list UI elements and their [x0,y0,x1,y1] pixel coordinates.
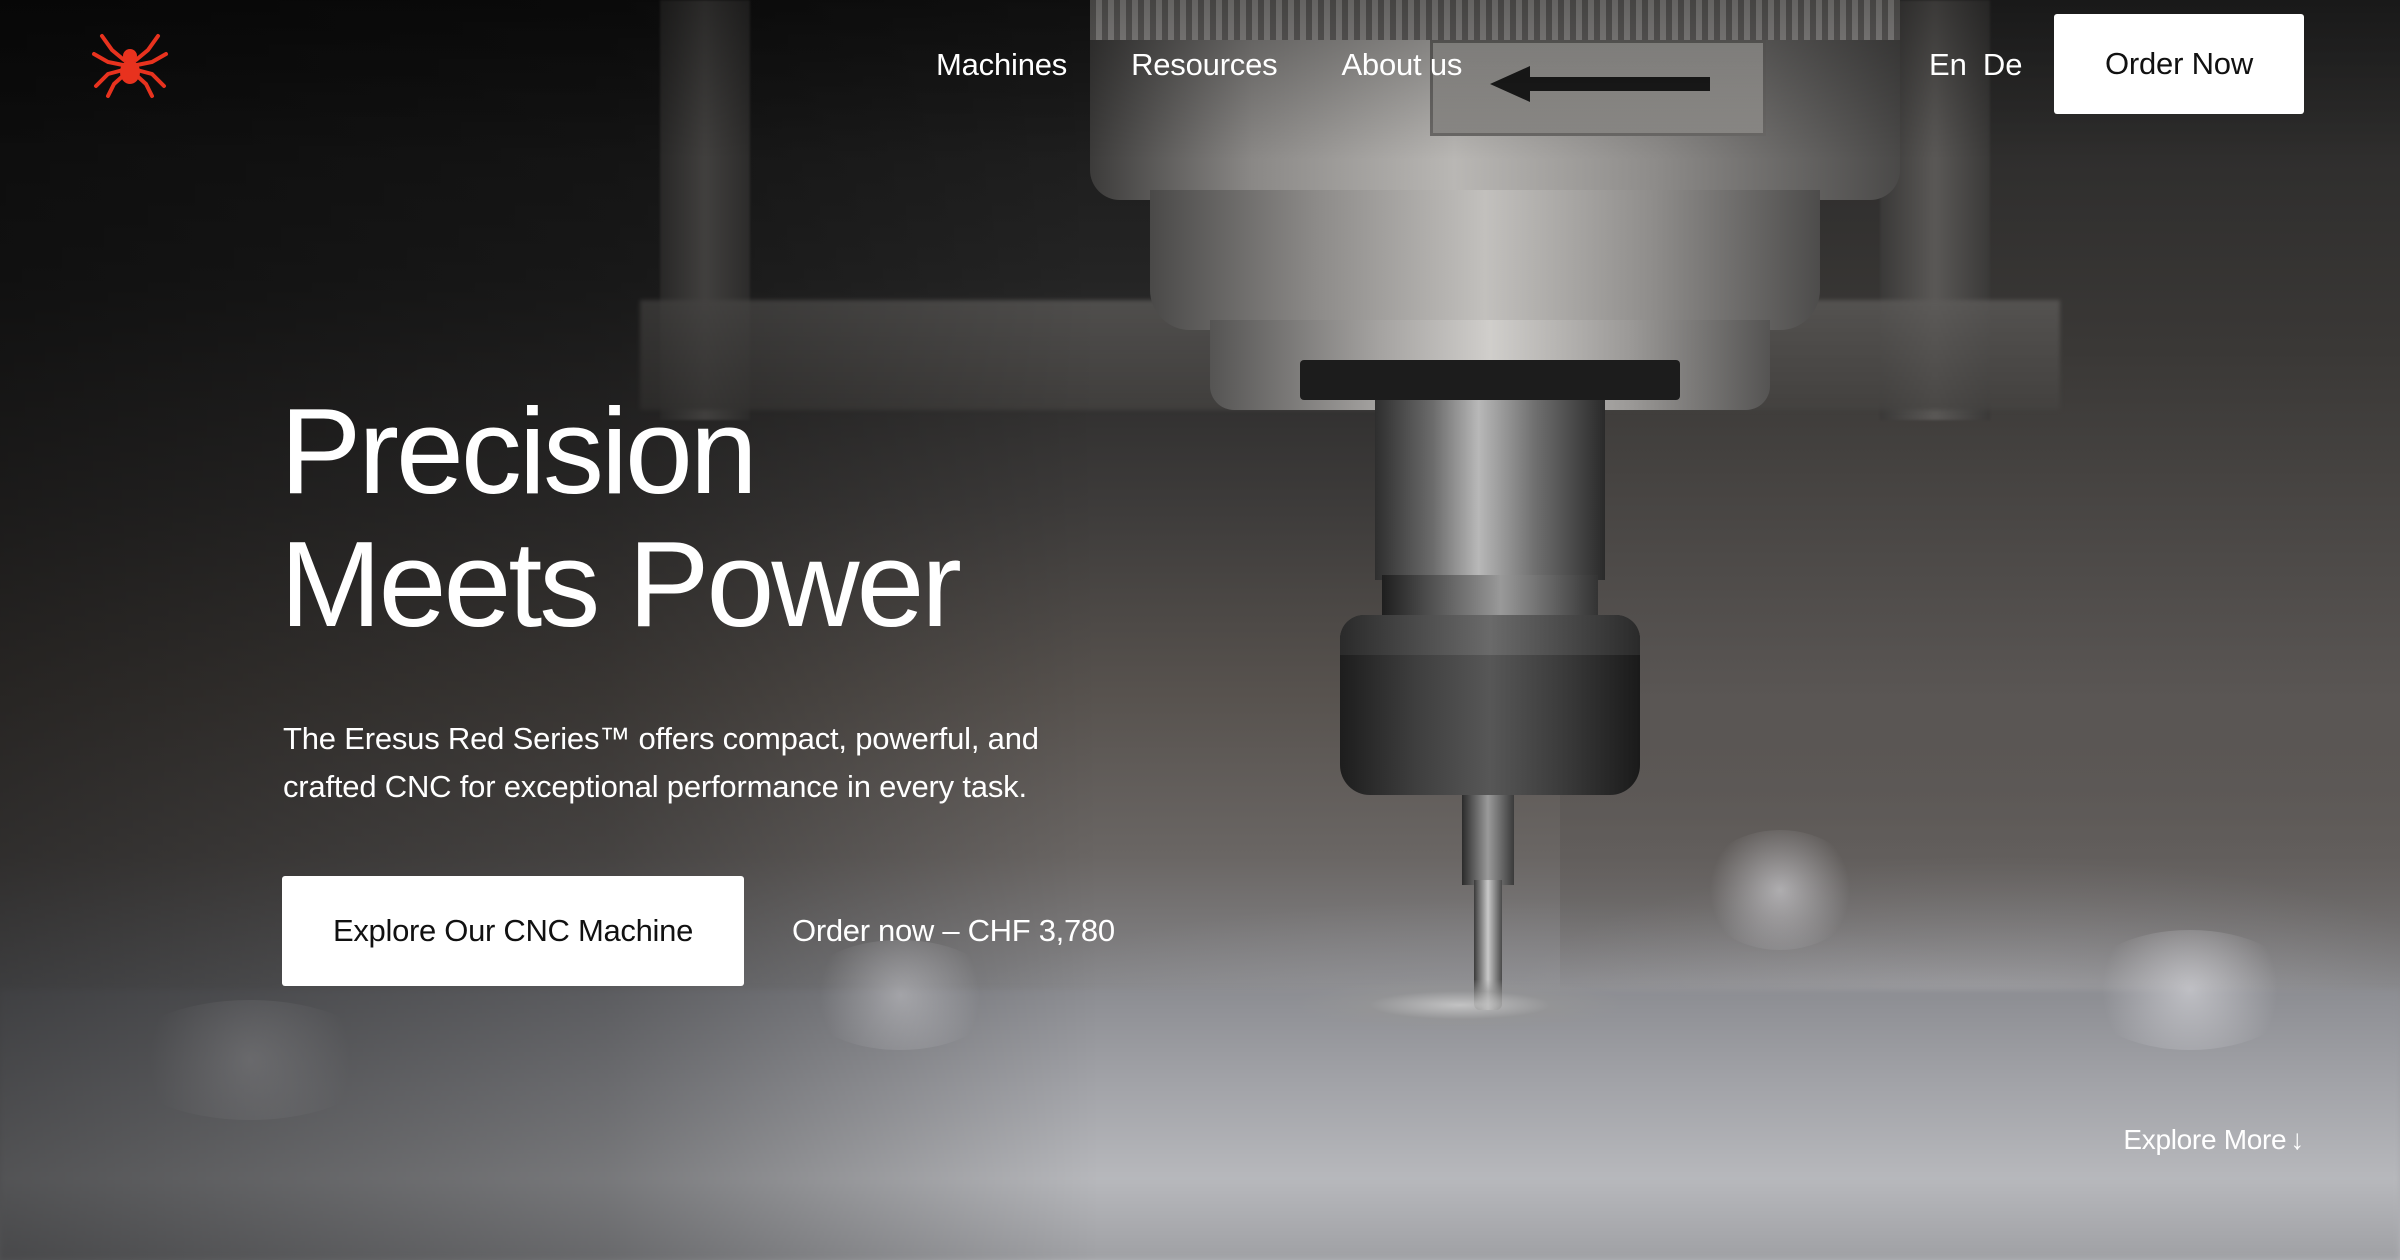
explore-more-link[interactable]: Explore More ↓ [2123,1118,2304,1162]
bokeh-highlight [1700,830,1860,950]
hero-subtitle-line: The Eresus Red Series™ offers compact, p… [283,721,1039,756]
landing-page: Machines Resources About us En De Order … [0,0,2400,1260]
hero-subtitle: The Eresus Red Series™ offers compact, p… [283,715,1083,811]
nav-link-machines[interactable]: Machines [936,40,1067,90]
site-header: Machines Resources About us En De Order … [0,0,2400,130]
nav-link-about-us[interactable]: About us [1341,40,1462,90]
nav-link-resources[interactable]: Resources [1131,40,1278,90]
explore-more-label: Explore More [2123,1124,2287,1155]
explore-cnc-machine-button[interactable]: Explore Our CNC Machine [282,876,744,986]
metal-chips [1300,980,1620,1030]
hero-title-line: Precision [280,383,758,519]
hero-title-line: Meets Power [280,516,962,652]
spindle-ring [1300,360,1680,400]
hero-subtitle-line: crafted CNC for exceptional performance … [283,769,1027,804]
tool-holder [1375,400,1605,580]
tool-shank [1462,795,1514,885]
language-option-de[interactable]: De [1983,40,2023,90]
order-now-price-link[interactable]: Order now – CHF 3,780 [792,906,1115,956]
arrow-down-icon: ↓ [2290,1124,2304,1155]
language-switcher: En De [1929,40,2023,90]
order-now-button[interactable]: Order Now [2054,14,2304,114]
collet-nut-top [1340,615,1640,655]
spider-icon[interactable] [90,30,170,100]
hero-title: Precision Meets Power [280,383,962,652]
spindle-body [1150,190,1820,330]
language-option-en[interactable]: En [1929,40,1967,90]
tool-holder-band [1382,575,1598,615]
bokeh-highlight [2080,930,2300,1050]
main-nav: Machines Resources About us [936,40,1462,90]
